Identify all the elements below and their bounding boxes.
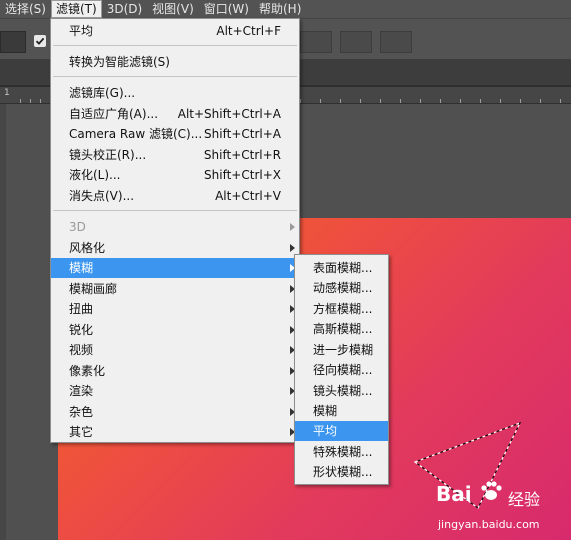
menu-item-filter-gallery[interactable]: 滤镜库(G)...	[51, 83, 299, 103]
menu-item-label: 模糊画廊	[69, 282, 118, 296]
menu-item-vanishing-point[interactable]: 消失点(V)... Alt+Ctrl+V	[51, 186, 299, 206]
menu-item-liquify[interactable]: 液化(L)... Shift+Ctrl+X	[51, 165, 299, 185]
watermark-url: jingyan.baidu.com	[438, 518, 540, 531]
menu-item-label: 锐化	[69, 323, 94, 337]
menu-item-noise[interactable]: 杂色	[51, 402, 299, 422]
menu-item-label: 进一步模糊	[313, 343, 374, 357]
menu-item-shortcut: Shift+Ctrl+X	[204, 168, 281, 182]
blur-submenu: 表面模糊... 动感模糊... 方框模糊... 高斯模糊... 进一步模糊 径向…	[294, 254, 389, 485]
menu-item-label: Camera Raw 滤镜(C)...	[69, 127, 203, 141]
menu-item-last-filter[interactable]: 平均 Alt+Ctrl+F	[51, 21, 299, 41]
submenu-arrow-icon	[290, 223, 295, 231]
menu-item-label: 镜头校正(R)...	[69, 148, 147, 162]
menu-item-3d: 3D	[51, 217, 299, 237]
menu-item-distort[interactable]: 扭曲	[51, 299, 299, 319]
menu-item-blur-gallery[interactable]: 模糊画廊	[51, 279, 299, 299]
menu-item-sharpen[interactable]: 锐化	[51, 320, 299, 340]
menu-item-label: 像素化	[69, 364, 106, 378]
menu-item-shortcut: Shift+Ctrl+R	[203, 148, 281, 162]
submenu-item-blur[interactable]: 模糊	[295, 401, 388, 421]
menu-item-camera-raw[interactable]: Camera Raw 滤镜(C)... Shift+Ctrl+A	[51, 124, 299, 144]
menu-item-label: 转换为智能滤镜(S)	[69, 55, 170, 69]
menu-item-convert-smart-filter[interactable]: 转换为智能滤镜(S)	[51, 52, 299, 72]
menu-item-shortcut: Shift+Ctrl+A	[204, 127, 281, 141]
menu-separator	[53, 210, 297, 211]
menu-item-label: 镜头模糊...	[313, 384, 373, 398]
menu-item-label: 渲染	[69, 384, 94, 398]
paw-logo-icon	[481, 481, 502, 500]
menu-item-render[interactable]: 渲染	[51, 381, 299, 401]
submenu-item-surface-blur[interactable]: 表面模糊...	[295, 258, 388, 278]
menu-item-label: 平均	[69, 24, 94, 38]
submenu-item-shape-blur[interactable]: 形状模糊...	[295, 462, 388, 482]
submenu-item-lens-blur[interactable]: 镜头模糊...	[295, 381, 388, 401]
menu-item-label: 形状模糊...	[313, 465, 373, 479]
menu-item-label: 杂色	[69, 405, 94, 419]
submenu-item-box-blur[interactable]: 方框模糊...	[295, 299, 388, 319]
menu-item-shortcut: Alt+Ctrl+V	[215, 189, 281, 203]
menu-item-label: 风格化	[69, 241, 106, 255]
menu-item-label: 滤镜库(G)...	[69, 86, 136, 100]
menu-item-label: 特殊模糊...	[313, 445, 373, 459]
submenu-item-radial-blur[interactable]: 径向模糊...	[295, 360, 388, 380]
submenu-arrow-icon	[290, 244, 295, 252]
menu-item-label: 自适应广角(A)...	[69, 107, 159, 121]
menu-item-blur[interactable]: 模糊	[51, 258, 299, 278]
menu-item-label: 模糊	[313, 404, 338, 418]
menu-item-label: 方框模糊...	[313, 302, 373, 316]
menu-item-video[interactable]: 视频	[51, 340, 299, 360]
submenu-item-average[interactable]: 平均	[295, 421, 388, 441]
submenu-item-gaussian-blur[interactable]: 高斯模糊...	[295, 319, 388, 339]
menu-item-label: 高斯模糊...	[313, 322, 373, 336]
menu-item-lens-correction[interactable]: 镜头校正(R)... Shift+Ctrl+R	[51, 145, 299, 165]
menu-item-label: 平均	[313, 424, 338, 438]
submenu-item-blur-more[interactable]: 进一步模糊	[295, 340, 388, 360]
menu-item-label: 扭曲	[69, 302, 94, 316]
menu-item-label: 消失点(V)...	[69, 189, 135, 203]
menu-item-label: 径向模糊...	[313, 363, 373, 377]
menu-item-label: 3D	[69, 220, 86, 234]
menu-item-other[interactable]: 其它	[51, 422, 299, 442]
menu-item-shortcut: Alt+Shift+Ctrl+A	[177, 107, 281, 121]
filter-menu: 平均 Alt+Ctrl+F 转换为智能滤镜(S) 滤镜库(G)... 自适应广角…	[50, 18, 300, 443]
watermark-brand: Bai	[436, 482, 472, 506]
menu-separator	[53, 45, 297, 46]
menu-item-label: 表面模糊...	[313, 261, 373, 275]
submenu-item-motion-blur[interactable]: 动感模糊...	[295, 278, 388, 298]
baidu-watermark: Bai 经验 jingyan.baidu.com	[432, 470, 571, 540]
menu-item-label: 动感模糊...	[313, 281, 373, 295]
menu-item-adaptive-wide-angle[interactable]: 自适应广角(A)... Alt+Shift+Ctrl+A	[51, 104, 299, 124]
menu-item-shortcut: Alt+Ctrl+F	[216, 24, 281, 38]
menu-item-label: 其它	[69, 425, 94, 439]
menu-item-label: 视频	[69, 343, 94, 357]
menu-item-label: 液化(L)...	[69, 168, 121, 182]
menu-item-pixelate[interactable]: 像素化	[51, 361, 299, 381]
watermark-jingyan: 经验	[508, 490, 541, 509]
menu-separator	[53, 76, 297, 77]
menu-item-label: 模糊	[69, 261, 94, 275]
menu-item-stylize[interactable]: 风格化	[51, 238, 299, 258]
submenu-item-smart-blur[interactable]: 特殊模糊...	[295, 442, 388, 462]
